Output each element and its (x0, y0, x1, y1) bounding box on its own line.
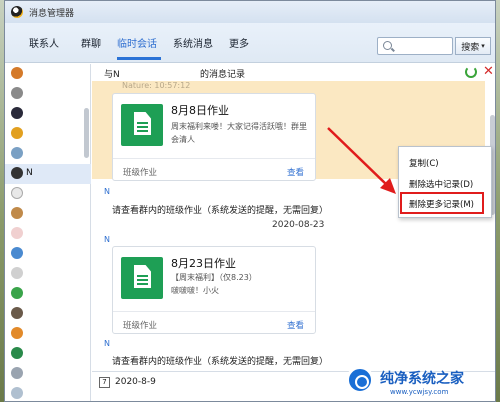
delete-icon[interactable]: ✕ (483, 64, 494, 79)
date-separator: 2020-08-23 (272, 220, 325, 230)
system-notice: 请查看群内的班级作业（系统发送的提醒，无需回复） (112, 357, 329, 367)
avatar (11, 147, 23, 159)
contact-item[interactable] (5, 304, 91, 324)
card-description-line2: 啵啵啵！小火 (171, 286, 219, 295)
contact-item[interactable] (5, 64, 91, 84)
tab-contacts[interactable]: 联系人 (29, 35, 59, 50)
avatar (11, 87, 23, 99)
card-view-link[interactable]: 查看 (287, 319, 304, 331)
contact-list: N (5, 64, 91, 401)
contact-item[interactable] (5, 264, 91, 284)
window-title: 消息管理器 (29, 8, 75, 19)
calendar-icon[interactable]: 7 (99, 377, 110, 388)
watermark-title: 纯净系统之家 (380, 371, 464, 387)
avatar (11, 287, 23, 299)
faded-timestamp: Nature: 10:57:12 (122, 81, 191, 90)
document-icon (121, 257, 163, 299)
watermark-url: www.ycwjsy.com (390, 388, 449, 396)
tab-bar: 联系人 群聊 临时会话 系统消息 更多 搜索 ▾ (5, 23, 495, 63)
highlight-box (400, 192, 484, 214)
avatar (11, 327, 23, 339)
avatar (11, 67, 23, 79)
contact-item[interactable] (5, 84, 91, 104)
qq-logo-icon (11, 6, 23, 18)
contact-item[interactable] (5, 124, 91, 144)
avatar (11, 347, 23, 359)
watermark-logo (346, 366, 374, 394)
message-sender: N (104, 235, 110, 244)
menu-item-copy[interactable]: 复制(C) (409, 157, 439, 169)
message-sender: N (104, 339, 110, 348)
tab-more[interactable]: 更多 (229, 35, 249, 50)
title-bar: 消息管理器 (5, 1, 495, 23)
avatar (11, 367, 23, 379)
tab-system-messages[interactable]: 系统消息 (173, 35, 213, 50)
system-notice: 请查看群内的班级作业（系统发送的提醒，无需回复） (112, 206, 329, 216)
avatar (11, 267, 23, 279)
avatar (11, 207, 23, 219)
contacts-scrollbar[interactable] (84, 108, 89, 158)
chat-header: 与N 的消息记录 ✕ (92, 64, 495, 81)
message-sender: N (104, 187, 110, 196)
card-title: 8月23日作业 (171, 257, 236, 270)
contact-name: N (26, 168, 33, 178)
avatar (11, 227, 23, 239)
document-icon (121, 104, 163, 146)
card-description: 周末福利来喽！大家记得活跃哦！群里会清人 (171, 122, 307, 144)
avatar (11, 307, 23, 319)
active-tab-indicator (117, 57, 161, 60)
homework-card[interactable]: 8月8日作业 周末福利来喽！大家记得活跃哦！群里会清人 班级作业 查看 (112, 93, 316, 181)
card-title: 8月8日作业 (171, 104, 229, 117)
search-button[interactable]: 搜索 ▾ (455, 37, 491, 55)
tab-temp-session[interactable]: 临时会话 (117, 35, 157, 50)
avatar (11, 187, 23, 199)
chat-record-label: 的消息记录 (200, 70, 246, 80)
current-date: 2020-8-9 (115, 377, 156, 387)
contact-item[interactable] (5, 344, 91, 364)
contact-item[interactable] (5, 384, 91, 401)
contact-item[interactable] (5, 204, 91, 224)
card-view-link[interactable]: 查看 (287, 166, 304, 178)
avatar (11, 247, 23, 259)
avatar (11, 127, 23, 139)
avatar (11, 107, 23, 119)
chat-history: Nature: 10:57:12 8月8日作业 周末福利来喽！大家记得活跃哦！群… (92, 81, 495, 401)
contact-item[interactable] (5, 324, 91, 344)
contact-item[interactable] (5, 224, 91, 244)
search-input[interactable] (377, 37, 453, 55)
search-button-label: 搜索 (461, 42, 480, 53)
contact-item[interactable] (5, 184, 91, 204)
tab-group-chat[interactable]: 群聊 (81, 35, 101, 50)
contact-item[interactable] (5, 284, 91, 304)
search-icon (383, 41, 392, 50)
refresh-icon[interactable] (465, 66, 477, 78)
homework-card[interactable]: 8月23日作业 【周末福利】（仅8.23） 啵啵啵！小火 班级作业 查看 (112, 246, 316, 334)
card-category: 班级作业 (123, 168, 158, 178)
card-description-line1: 【周末福利】（仅8.23） (171, 273, 257, 282)
chevron-down-icon: ▾ (481, 42, 485, 50)
card-category: 班级作业 (123, 321, 158, 331)
contact-item[interactable] (5, 144, 91, 164)
contact-item[interactable] (5, 364, 91, 384)
contact-item[interactable] (5, 244, 91, 264)
contact-item[interactable] (5, 104, 91, 124)
avatar (11, 387, 23, 399)
chat-with-label: 与N (104, 70, 120, 80)
contact-item-selected[interactable]: N (5, 164, 91, 184)
avatar (11, 167, 23, 179)
menu-item-delete-selected[interactable]: 删除选中记录(D) (409, 178, 473, 190)
